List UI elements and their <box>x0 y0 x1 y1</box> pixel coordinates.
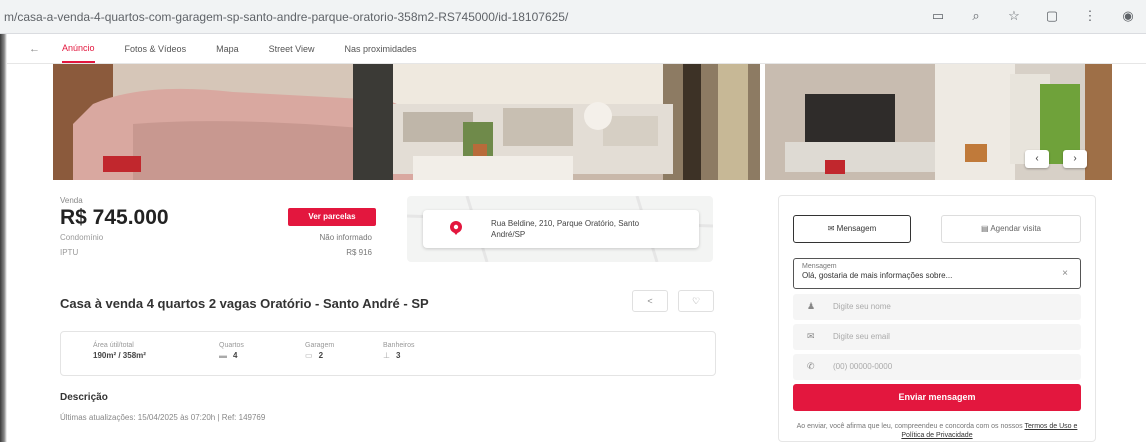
phone-placeholder: (00) 00000-0000 <box>833 362 893 371</box>
map-preview[interactable]: Rua Beldine, 210, Parque Oratório, Santo… <box>407 196 713 262</box>
send-message-button[interactable]: Enviar mensagem <box>793 384 1081 411</box>
clear-icon[interactable]: × <box>1062 268 1068 279</box>
car-icon: ▭ <box>305 351 313 360</box>
gallery-prev-button[interactable]: ‹ <box>1025 150 1049 168</box>
name-placeholder: Digite seu nome <box>833 302 891 311</box>
extensions-icon[interactable]: ▢ <box>1044 8 1060 24</box>
feature-value: ⊥ 3 <box>383 351 401 360</box>
browser-toolbar: ▭ ⌕ ☆ ▢ ⋮ ◉ <box>930 8 1136 24</box>
price-value: R$ 745.000 <box>60 206 169 229</box>
features-box: Área útil/total 190m² / 358m² Quartos ▬ 4… <box>60 331 716 376</box>
share-icon: < <box>647 296 653 306</box>
menu-icon[interactable]: ⋮ <box>1082 8 1098 24</box>
feature-bedrooms: Quartos ▬ 4 <box>219 342 244 360</box>
address-card: Rua Beldine, 210, Parque Oratório, Santo… <box>423 210 699 248</box>
feature-label: Quartos <box>219 342 244 349</box>
iptu-value: R$ 916 <box>346 248 372 257</box>
calendar-icon: ▤ <box>980 224 991 233</box>
url-field[interactable]: m/casa-a-venda-4-quartos-com-garagem-sp-… <box>4 10 864 24</box>
heart-icon: ♡ <box>691 296 701 306</box>
sale-label: Venda <box>60 196 83 205</box>
feature-label: Banheiros <box>383 342 415 349</box>
main-photo[interactable] <box>53 64 760 180</box>
email-icon: ✉ <box>807 331 815 341</box>
share-button[interactable]: < <box>632 290 668 312</box>
listing-tab-nav: ← Anúncio Fotos & Vídeos Mapa Street Vie… <box>7 34 1146 64</box>
condo-label: Condomínio <box>60 233 104 242</box>
user-icon: ♟ <box>807 301 816 311</box>
bath-icon: ⊥ <box>383 351 390 360</box>
tab-mapa[interactable]: Mapa <box>216 35 239 62</box>
contact-panel: ✉ Mensagem ▤ Agendar visita Mensagem Olá… <box>778 195 1096 442</box>
message-textarea[interactable]: Mensagem Olá, gostaria de mais informaçõ… <box>793 258 1081 289</box>
feature-value: ▬ 4 <box>219 351 238 360</box>
address-text: Rua Beldine, 210, Parque Oratório, Santo… <box>491 219 640 239</box>
browser-address-bar: m/casa-a-venda-4-quartos-com-garagem-sp-… <box>0 0 1146 34</box>
tv-room-photo <box>765 64 1112 180</box>
bed-icon: ▬ <box>219 351 227 360</box>
phone-icon: ✆ <box>807 361 815 371</box>
feature-label: Área útil/total <box>93 342 134 349</box>
message-field-value: Olá, gostaria de mais informações sobre.… <box>802 271 953 280</box>
favorite-button[interactable]: ♡ <box>678 290 714 312</box>
feature-garage: Garagem ▭ 2 <box>305 342 334 360</box>
tab-nas-proximidades[interactable]: Nas proximidades <box>344 35 416 62</box>
back-arrow-icon[interactable]: ← <box>29 43 40 55</box>
profile-icon[interactable]: ◉ <box>1120 8 1136 24</box>
feature-label: Garagem <box>305 342 335 349</box>
tab-anuncio[interactable]: Anúncio <box>62 34 95 63</box>
price-section: Venda R$ 745.000 Condomínio IPTU Ver par… <box>60 196 390 268</box>
last-update-text: Últimas atualizações: 15/04/2025 às 07:2… <box>60 413 266 422</box>
message-tab-button[interactable]: ✉ Mensagem <box>793 215 911 243</box>
terms-text: Ao enviar, você afirma que leu, compreen… <box>796 423 1078 439</box>
feature-value: 190m² / 358m² <box>93 351 146 360</box>
secondary-photo[interactable]: ‹ › <box>765 64 1112 180</box>
feature-area: Área útil/total 190m² / 358m² <box>93 342 146 360</box>
location-pin-icon <box>450 221 462 235</box>
tab-fotos-videos[interactable]: Fotos & Vídeos <box>125 35 187 62</box>
schedule-visit-button[interactable]: ▤ Agendar visita <box>941 215 1081 243</box>
message-field-label: Mensagem <box>802 263 837 270</box>
zoom-icon[interactable]: ⌕ <box>968 8 984 24</box>
star-icon[interactable]: ☆ <box>1006 8 1022 24</box>
cast-icon[interactable]: ▭ <box>930 8 946 24</box>
phone-field[interactable]: ✆ (00) 00000-0000 <box>793 354 1081 380</box>
feature-bathrooms: Banheiros ⊥ 3 <box>383 342 415 360</box>
see-installments-button[interactable]: Ver parcelas <box>288 208 376 226</box>
living-room-photo <box>53 64 760 180</box>
description-heading: Descrição <box>60 392 108 403</box>
tab-street-view[interactable]: Street View <box>269 35 315 62</box>
listing-title: Casa à venda 4 quartos 2 vagas Oratório … <box>60 296 429 311</box>
email-placeholder: Digite seu email <box>833 332 890 341</box>
feature-value: ▭ 2 <box>305 351 324 360</box>
window-edge <box>0 34 7 442</box>
email-field[interactable]: ✉ Digite seu email <box>793 324 1081 350</box>
name-field[interactable]: ♟ Digite seu nome <box>793 294 1081 320</box>
iptu-label: IPTU <box>60 248 79 257</box>
gallery-next-button[interactable]: › <box>1063 150 1087 168</box>
condo-value: Não informado <box>319 233 372 242</box>
message-icon: ✉ <box>827 224 837 233</box>
